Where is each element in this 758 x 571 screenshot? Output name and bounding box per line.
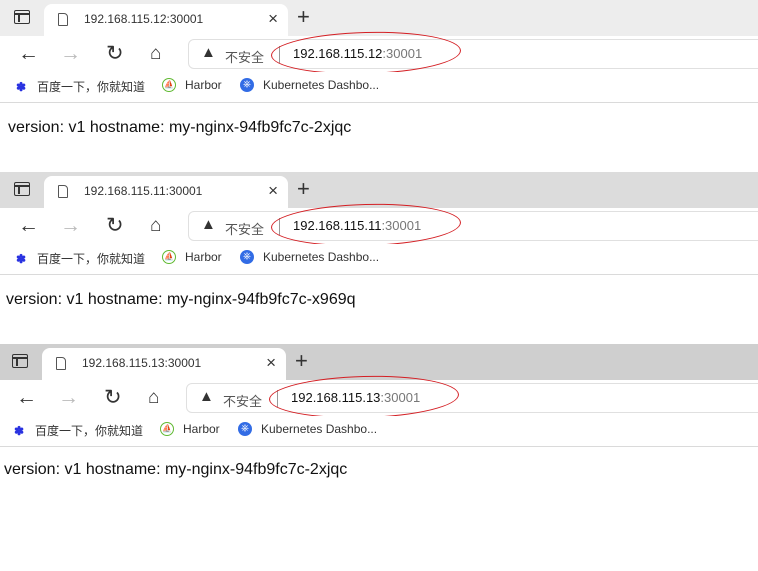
reload-icon[interactable]: ↻ <box>104 387 122 409</box>
forward-arrow-icon[interactable]: → <box>60 215 81 237</box>
back-arrow-icon[interactable]: ← <box>18 43 39 65</box>
bookmark-baidu[interactable]: ✽ 百度一下，你就知道 <box>14 78 145 95</box>
forward-arrow-icon[interactable]: → <box>60 43 81 65</box>
home-icon[interactable]: ⌂ <box>148 387 159 409</box>
home-icon[interactable]: ⌂ <box>150 43 161 65</box>
tab-active[interactable]: 192.168.115.13:30001 × <box>42 348 286 380</box>
tab-bar: 192.168.115.13:30001 × + <box>0 344 758 380</box>
url-port: :30001 <box>382 46 423 61</box>
page-icon <box>58 13 68 26</box>
page-icon <box>58 185 68 198</box>
bookmark-kubernetes[interactable]: ⎈ Kubernetes Dashbo... <box>238 422 377 436</box>
browser-window-3: 192.168.115.13:30001 × + ← → ↻ ⌂ ▲ 不安全 1… <box>0 344 758 478</box>
security-label[interactable]: 不安全 <box>225 47 264 66</box>
bookmarks-bar: ✽ 百度一下，你就知道 ⛵ Harbor ⎈ Kubernetes Dashbo... <box>0 416 758 447</box>
bookmark-label: Harbor <box>185 78 222 92</box>
baidu-paw-icon: ✽ <box>15 251 27 266</box>
bookmark-harbor[interactable]: ⛵ Harbor <box>162 250 222 264</box>
bookmark-label: Kubernetes Dashbo... <box>263 78 380 92</box>
url-host: 192.168.115.11 <box>293 218 382 233</box>
close-icon[interactable]: × <box>268 9 278 29</box>
tab-bar: 192.168.115.11:30001 × + <box>0 172 758 208</box>
kubernetes-helm-icon: ⎈ <box>240 78 254 92</box>
plus-icon[interactable]: + <box>297 5 310 29</box>
harbor-icon: ⛵ <box>160 422 174 436</box>
bookmark-label: Harbor <box>183 422 220 436</box>
bookmark-baidu[interactable]: ✽ 百度一下，你就知道 <box>14 250 145 267</box>
kubernetes-helm-icon: ⎈ <box>240 250 254 264</box>
address-bar[interactable]: ▲ 不安全 192.168.115.12:30001 <box>188 29 758 77</box>
plus-icon[interactable]: + <box>297 177 310 201</box>
plus-icon[interactable]: + <box>295 349 308 373</box>
tab-active[interactable]: 192.168.115.11:30001 × <box>44 176 288 208</box>
page-icon <box>56 357 66 370</box>
tab-title: 192.168.115.13:30001 <box>82 356 202 370</box>
reload-icon[interactable]: ↻ <box>106 43 124 65</box>
address-bar[interactable]: ▲ 不安全 192.168.115.11:30001 <box>188 201 758 249</box>
security-label[interactable]: 不安全 <box>225 219 264 238</box>
bookmark-label: 百度一下，你就知道 <box>37 252 146 266</box>
tab-bar: 192.168.115.12:30001 × + <box>0 0 758 36</box>
browser-window-1: 192.168.115.12:30001 × + ← → ↻ ⌂ ▲ 不安全 1… <box>0 0 758 136</box>
tab-actions-icon[interactable] <box>14 182 30 196</box>
warning-triangle-icon[interactable]: ▲ <box>201 216 216 233</box>
tab-actions-icon[interactable] <box>12 354 28 368</box>
bookmark-label: Kubernetes Dashbo... <box>263 250 380 264</box>
bookmark-label: Harbor <box>185 250 222 264</box>
tab-title: 192.168.115.11:30001 <box>84 184 203 198</box>
address-divider <box>279 218 280 235</box>
forward-arrow-icon[interactable]: → <box>58 387 79 409</box>
harbor-icon: ⛵ <box>162 78 176 92</box>
page-content: version: v1 hostname: my-nginx-94fb9fc7c… <box>4 461 348 478</box>
back-arrow-icon[interactable]: ← <box>18 215 39 237</box>
url-host: 192.168.115.12 <box>293 46 383 61</box>
home-icon[interactable]: ⌂ <box>150 215 161 237</box>
bookmark-label: 百度一下，你就知道 <box>37 80 146 94</box>
baidu-paw-icon: ✽ <box>13 423 25 438</box>
bookmark-kubernetes[interactable]: ⎈ Kubernetes Dashbo... <box>240 78 379 92</box>
browser-window-2: 192.168.115.11:30001 × + ← → ↻ ⌂ ▲ 不安全 1… <box>0 172 758 308</box>
close-icon[interactable]: × <box>266 353 276 373</box>
page-content: version: v1 hostname: my-nginx-94fb9fc7c… <box>8 119 352 136</box>
warning-triangle-icon[interactable]: ▲ <box>199 388 214 405</box>
toolbar: ← → ↻ ⌂ ▲ 不安全 192.168.115.11:30001 <box>0 201 758 249</box>
url-port: :30001 <box>381 218 422 233</box>
bookmark-harbor[interactable]: ⛵ Harbor <box>160 422 220 436</box>
address-divider <box>277 390 278 407</box>
tab-actions-icon[interactable] <box>14 10 30 24</box>
page-content: version: v1 hostname: my-nginx-94fb9fc7c… <box>6 291 356 308</box>
close-icon[interactable]: × <box>268 181 278 201</box>
url-text[interactable]: 192.168.115.11:30001 <box>293 218 421 233</box>
security-label[interactable]: 不安全 <box>223 391 262 410</box>
url-host: 192.168.115.13 <box>291 390 381 405</box>
tab-title: 192.168.115.12:30001 <box>84 12 204 26</box>
url-text[interactable]: 192.168.115.12:30001 <box>293 46 422 61</box>
toolbar: ← → ↻ ⌂ ▲ 不安全 192.168.115.13:30001 <box>0 373 758 421</box>
baidu-paw-icon: ✽ <box>15 79 27 94</box>
bookmark-kubernetes[interactable]: ⎈ Kubernetes Dashbo... <box>240 250 379 264</box>
harbor-icon: ⛵ <box>162 250 176 264</box>
warning-triangle-icon[interactable]: ▲ <box>201 44 216 61</box>
address-bar[interactable]: ▲ 不安全 192.168.115.13:30001 <box>186 373 758 421</box>
tab-active[interactable]: 192.168.115.12:30001 × <box>44 4 288 36</box>
bookmarks-bar: ✽ 百度一下，你就知道 ⛵ Harbor ⎈ Kubernetes Dashbo... <box>0 72 758 103</box>
bookmark-label: Kubernetes Dashbo... <box>261 422 378 436</box>
bookmarks-bar: ✽ 百度一下，你就知道 ⛵ Harbor ⎈ Kubernetes Dashbo... <box>0 244 758 275</box>
toolbar: ← → ↻ ⌂ ▲ 不安全 192.168.115.12:30001 <box>0 29 758 77</box>
url-port: :30001 <box>380 390 421 405</box>
kubernetes-helm-icon: ⎈ <box>238 422 252 436</box>
bookmark-baidu[interactable]: ✽ 百度一下，你就知道 <box>12 422 143 439</box>
address-divider <box>279 46 280 63</box>
bookmark-label: 百度一下，你就知道 <box>35 424 144 438</box>
reload-icon[interactable]: ↻ <box>106 215 124 237</box>
bookmark-harbor[interactable]: ⛵ Harbor <box>162 78 222 92</box>
back-arrow-icon[interactable]: ← <box>16 387 37 409</box>
url-text[interactable]: 192.168.115.13:30001 <box>291 390 420 405</box>
